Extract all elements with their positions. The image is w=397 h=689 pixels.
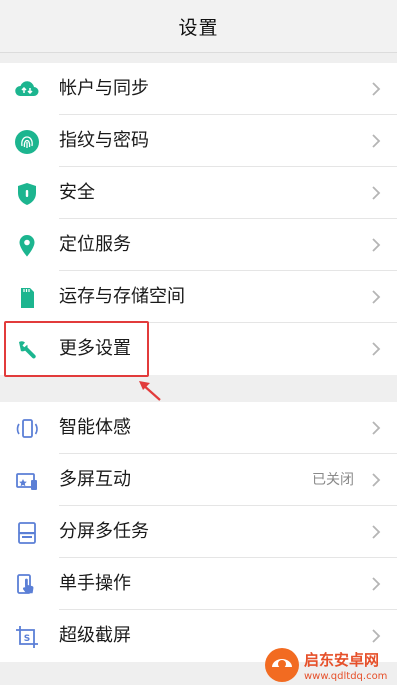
- chevron-right-icon: [372, 290, 381, 304]
- split-screen-icon: [14, 520, 40, 546]
- settings-item-label: 定位服务: [59, 234, 131, 255]
- settings-item-label: 单手操作: [59, 573, 131, 594]
- settings-item-location[interactable]: 定位服务: [0, 219, 397, 271]
- status-value: 已关闭: [312, 472, 354, 488]
- shield-icon: [14, 181, 40, 207]
- chevron-right-icon: [372, 629, 381, 643]
- settings-item-label: 超级截屏: [59, 625, 131, 646]
- settings-item-label: 安全: [59, 182, 95, 203]
- chevron-right-icon: [372, 134, 381, 148]
- settings-item-label: 多屏互动: [59, 469, 131, 490]
- svg-text:S: S: [24, 634, 30, 644]
- settings-item-smart-motion[interactable]: 智能体感: [0, 402, 397, 454]
- settings-item-fingerprint-password[interactable]: 指纹与密码: [0, 115, 397, 167]
- chevron-right-icon: [372, 186, 381, 200]
- settings-item-multi-screen[interactable]: 多屏互动 已关闭: [0, 454, 397, 506]
- watermark-title: 启东安卓网: [304, 651, 379, 669]
- multi-screen-icon: [14, 468, 40, 494]
- chevron-right-icon: [372, 473, 381, 487]
- section-spacer: [0, 375, 397, 402]
- page-title: 设置: [0, 0, 397, 53]
- settings-item-account-sync[interactable]: 帐户与同步: [0, 63, 397, 115]
- watermark-url: www.qdltdq.com: [304, 671, 387, 682]
- cloud-sync-icon: [14, 77, 40, 103]
- annotation-highlight-box: [4, 321, 149, 377]
- settings-item-one-hand[interactable]: 单手操作: [0, 558, 397, 610]
- screenshot-icon: S: [14, 624, 40, 650]
- settings-group-2: 智能体感 多屏互动 已关闭 分屏多任务 单手操作 S 超级截屏: [0, 402, 397, 662]
- settings-item-label: 智能体感: [59, 417, 131, 438]
- location-pin-icon: [14, 233, 40, 259]
- settings-item-split-screen[interactable]: 分屏多任务: [0, 506, 397, 558]
- one-hand-icon: [14, 572, 40, 598]
- chevron-right-icon: [372, 525, 381, 539]
- settings-item-label: 运存与存储空间: [59, 286, 185, 307]
- watermark-logo: 启东安卓网 www.qdltdq.com: [262, 644, 397, 685]
- chevron-right-icon: [372, 421, 381, 435]
- settings-item-security[interactable]: 安全: [0, 167, 397, 219]
- settings-item-storage[interactable]: 运存与存储空间: [0, 271, 397, 323]
- annotation-arrow-icon: [139, 381, 161, 401]
- chevron-right-icon: [372, 238, 381, 252]
- settings-item-label: 帐户与同步: [59, 78, 149, 99]
- chevron-right-icon: [372, 82, 381, 96]
- chevron-right-icon: [372, 577, 381, 591]
- settings-item-label: 分屏多任务: [59, 521, 149, 542]
- settings-item-label: 指纹与密码: [59, 130, 149, 151]
- section-spacer: [0, 53, 397, 63]
- fingerprint-icon: [14, 129, 40, 155]
- sd-card-icon: [14, 285, 40, 311]
- chevron-right-icon: [372, 342, 381, 356]
- motion-phone-icon: [14, 416, 40, 442]
